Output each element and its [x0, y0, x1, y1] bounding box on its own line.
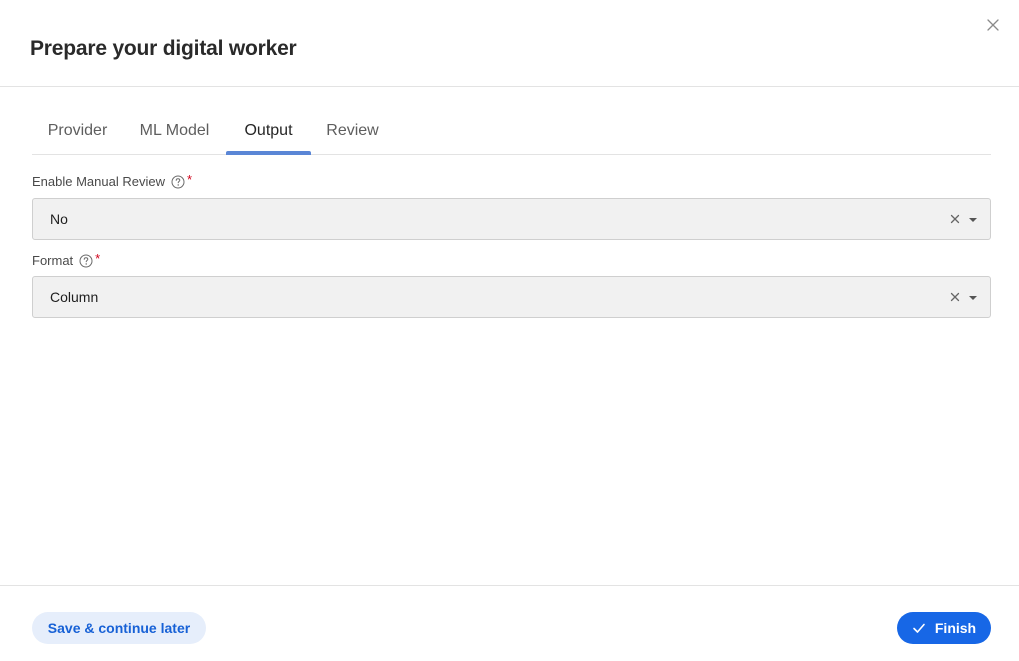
tab-provider[interactable]: Provider [32, 108, 123, 155]
format-select[interactable]: Column [32, 276, 991, 318]
tab-ml-model[interactable]: ML Model [127, 108, 222, 155]
tab-review[interactable]: Review [315, 108, 390, 155]
help-icon[interactable] [171, 175, 185, 189]
finish-label: Finish [934, 620, 977, 636]
dialog: Prepare your digital worker Provider ML … [0, 0, 1019, 661]
dialog-title: Prepare your digital worker [30, 37, 297, 60]
format-label: Format * [32, 251, 101, 269]
chevron-down-icon[interactable] [968, 217, 978, 223]
clear-icon[interactable] [950, 292, 960, 302]
chevron-down-icon[interactable] [968, 295, 978, 301]
format-label-text: Format [32, 253, 74, 268]
required-marker: * [186, 172, 193, 187]
format-value: Column [50, 289, 99, 305]
check-icon [913, 623, 925, 633]
finish-button[interactable]: Finish [897, 612, 991, 644]
manual-review-label: Enable Manual Review * [32, 172, 193, 190]
help-icon[interactable] [79, 254, 93, 268]
required-marker: * [95, 251, 101, 266]
dialog-header: Prepare your digital worker [0, 0, 1019, 87]
clear-icon[interactable] [950, 214, 960, 224]
tab-bar: Provider ML Model Output Review [32, 108, 991, 155]
save-continue-later-button[interactable]: Save & continue later [32, 612, 206, 644]
close-icon[interactable] [984, 16, 1002, 34]
manual-review-value: No [50, 211, 68, 227]
active-tab-indicator [226, 151, 311, 155]
manual-review-label-text: Enable Manual Review [32, 174, 165, 189]
tab-output[interactable]: Output [226, 108, 311, 155]
manual-review-select[interactable]: No [32, 198, 991, 240]
dialog-footer: Save & continue later Finish [0, 585, 1019, 661]
